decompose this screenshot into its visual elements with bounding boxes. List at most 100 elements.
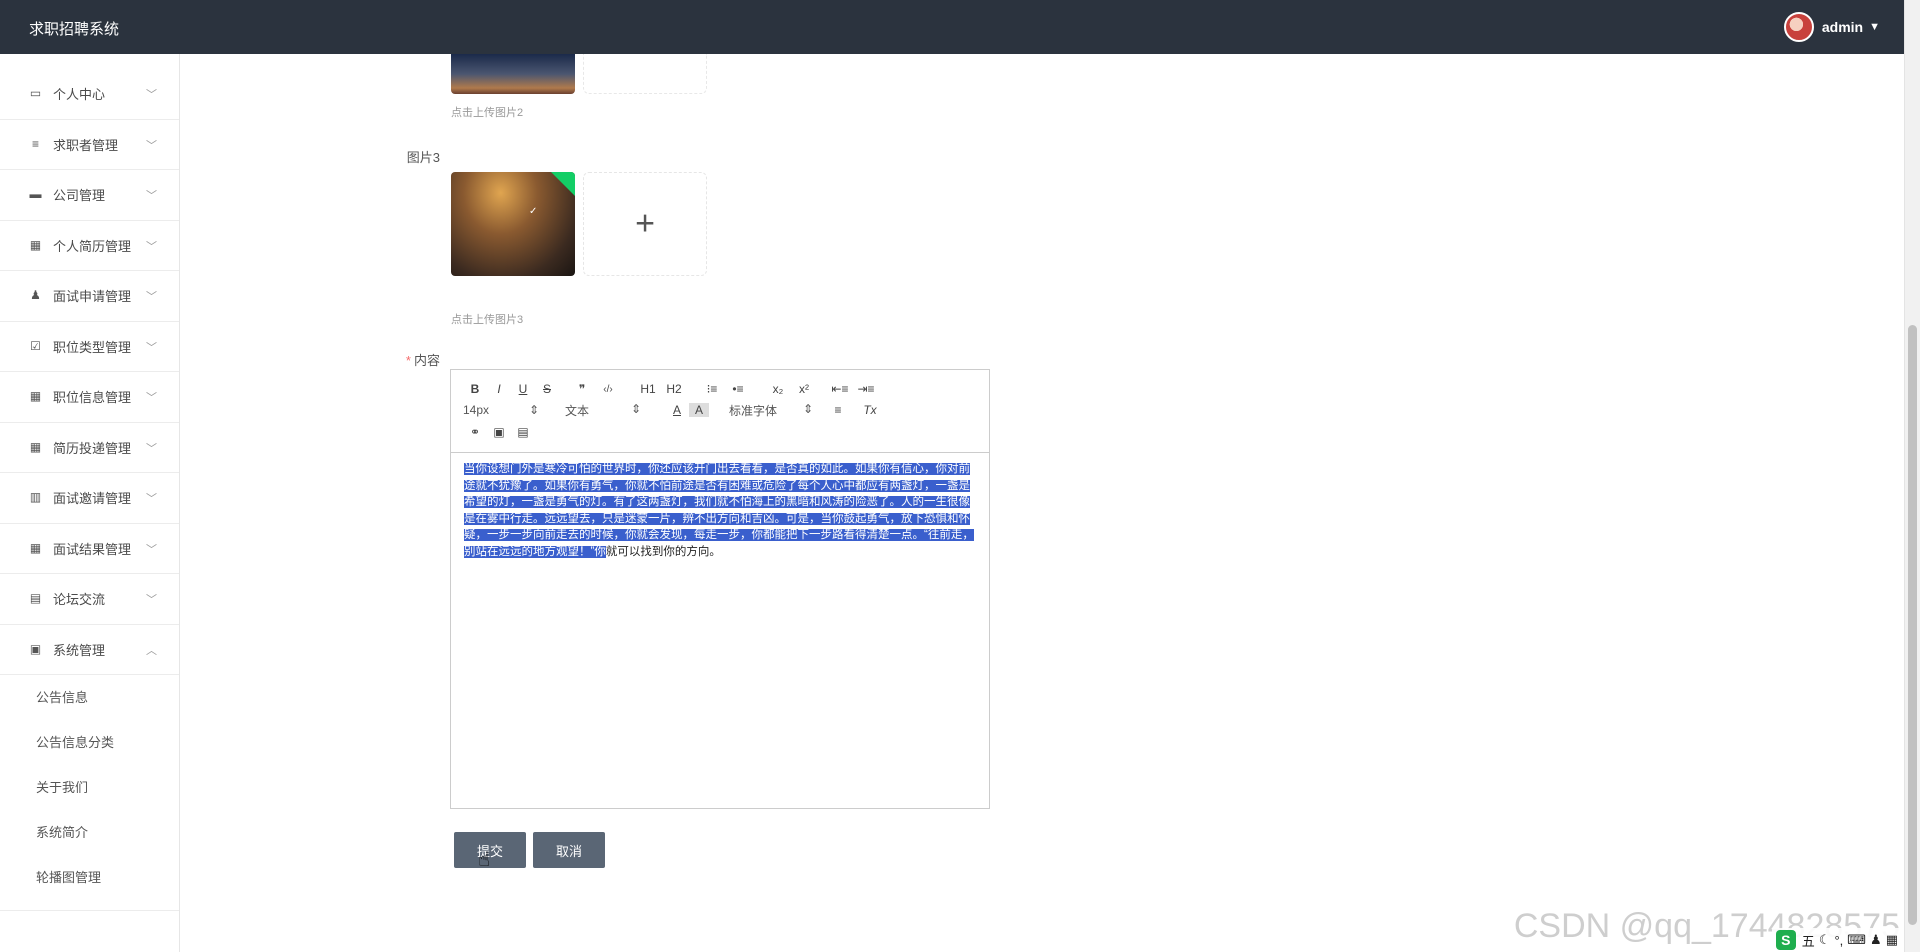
sidebar-item[interactable]: ▬ 公司管理 ﹀: [0, 170, 179, 221]
list-icon: ≡: [31, 136, 39, 151]
submenu-item[interactable]: 系统简介: [0, 810, 179, 855]
submenu-item[interactable]: 轮播图管理: [0, 855, 179, 900]
sidebar-item[interactable]: ▤ 论坛交流 ﹀: [0, 574, 179, 625]
ordered-list-button[interactable]: ⁝≡: [699, 382, 725, 396]
bold-button[interactable]: B: [463, 382, 487, 396]
sidebar-item[interactable]: ▦ 简历投递管理 ﹀: [0, 423, 179, 473]
indent-button[interactable]: ⇥≡: [853, 382, 879, 396]
selected-text[interactable]: 当你设想门外是寒冷可怕的世界时，你还应该开门出去看看，是否真的如此。如果你有信心…: [464, 463, 974, 558]
label-content: * 内容: [310, 350, 440, 369]
sidebar-item-label: 个人简历管理: [53, 238, 132, 254]
sidebar-item[interactable]: ▥ 面试邀请管理 ﹀: [0, 473, 179, 524]
h2-button[interactable]: H2: [661, 382, 687, 396]
check-icon: ✓: [529, 206, 538, 217]
caret-down-icon[interactable]: ▼: [1869, 21, 1880, 33]
user-name[interactable]: admin: [1822, 19, 1863, 35]
background-color-icon[interactable]: A: [689, 403, 709, 417]
code-block-button[interactable]: ‹/›: [595, 384, 621, 395]
upload-box-2[interactable]: [583, 54, 707, 94]
pointer-cursor-icon: ☝: [478, 849, 491, 871]
rich-text-editor[interactable]: B I U S ❞ ‹/› H1 H2 ⁝≡ •≡ x₂ x² ⇤≡ ⇥≡ 14…: [450, 369, 990, 809]
header-select[interactable]: 文本 ⇕: [565, 402, 641, 419]
sidebar-item[interactable]: ▦ 面试结果管理 ﹀: [0, 524, 179, 574]
strike-button[interactable]: S: [535, 382, 559, 396]
bullet-list-button[interactable]: •≡: [725, 382, 751, 396]
bar-chart-icon: ▥: [29, 490, 42, 505]
avatar[interactable]: [1783, 12, 1814, 42]
subscript-button[interactable]: x₂: [765, 382, 791, 396]
sidebar-item-label: 求职者管理: [53, 137, 119, 153]
grid-icon: ▦: [29, 237, 42, 252]
punctuation-icon[interactable]: °,: [1834, 933, 1843, 948]
top-navbar: 求职招聘系统 admin ▼: [0, 0, 1904, 54]
uploaded-image-2[interactable]: [451, 54, 575, 94]
select-arrows-icon: ⇕: [528, 403, 539, 417]
submenu-item[interactable]: 公告信息: [0, 675, 179, 720]
sidebar-item[interactable]: ▦ 职位信息管理 ﹀: [0, 372, 179, 423]
clipboard-icon: ▣: [29, 641, 42, 656]
sidebar-item[interactable]: ▣ 系统管理 ︿: [0, 625, 179, 675]
ime-tray: S 五 ☾ °, ⌨ ♟ ▦: [1771, 928, 1904, 952]
blockquote-button[interactable]: ❞: [569, 382, 595, 396]
font-color-icon[interactable]: A: [665, 403, 689, 417]
cancel-button[interactable]: 取消: [533, 832, 605, 868]
video-icon[interactable]: ▤: [511, 425, 535, 439]
chevron-down-icon: ﹀: [146, 442, 157, 455]
uploaded-image-3[interactable]: ✓: [451, 172, 575, 276]
sidebar-item-label: 系统管理: [53, 642, 106, 658]
moon-icon[interactable]: ☾: [1819, 932, 1831, 948]
required-mark: *: [405, 353, 411, 368]
ime-wubi-icon[interactable]: 五: [1802, 931, 1815, 950]
sidebar-item[interactable]: ☑ 职位类型管理 ﹀: [0, 322, 179, 372]
sogou-logo-icon[interactable]: S: [1775, 930, 1796, 950]
scroll-thumb[interactable]: [1908, 325, 1917, 925]
main-content: 点击上传图片2 图片3 ✓ + 点击上传图片3 * 内容 B I U S ❞ ‹/…: [180, 54, 1904, 952]
sidebar-item[interactable]: ♟ 面试申请管理 ﹀: [0, 271, 179, 322]
keyboard-icon[interactable]: ⌨: [1847, 932, 1866, 948]
sidebar-item-label: 公司管理: [53, 188, 106, 204]
sidebar-item[interactable]: ≡ 求职者管理 ﹀: [0, 120, 179, 170]
header-select-value: 文本: [565, 403, 590, 418]
submenu-item[interactable]: 公告信息分类: [0, 720, 179, 765]
page-scrollbar[interactable]: [1904, 0, 1920, 952]
submenu-item[interactable]: 关于我们: [0, 765, 179, 810]
chevron-down-icon: ﹀: [146, 594, 157, 606]
italic-button[interactable]: I: [487, 382, 511, 396]
toolbar-row-2: 14px ⇕ 文本 ⇕ A A 标准字体 ⇕ ≡ Tx: [463, 401, 883, 419]
h1-button[interactable]: H1: [635, 382, 661, 396]
sidebar-item[interactable]: ▦ 个人简历管理 ﹀: [0, 221, 179, 271]
grid-icon: ▦: [29, 439, 42, 454]
label-content-text: 内容: [413, 353, 440, 368]
sidebar-item-label: 简历投递管理: [53, 440, 132, 456]
unselected-text[interactable]: 就可以找到你的方向。: [606, 546, 721, 558]
grid-icon[interactable]: ▦: [1886, 932, 1898, 948]
font-family-select[interactable]: 标准字体 ⇕: [729, 402, 813, 419]
image-icon[interactable]: ▣: [487, 425, 511, 439]
font-size-value: 14px: [463, 403, 490, 417]
clear-format-icon[interactable]: Tx: [857, 403, 883, 417]
underline-button[interactable]: U: [511, 382, 535, 396]
sidebar-item[interactable]: ▭ 个人中心 ﹀: [0, 69, 179, 120]
editor-content[interactable]: 当你设想门外是寒冷可怕的世界时，你还应该开门出去看看，是否真的如此。如果你有信心…: [451, 453, 989, 568]
chevron-down-icon: ﹀: [146, 493, 157, 505]
user-icon[interactable]: ♟: [1870, 932, 1882, 948]
outdent-button[interactable]: ⇤≡: [827, 382, 853, 396]
person-icon: ♟: [30, 288, 41, 303]
grid-icon: ▦: [29, 389, 42, 404]
superscript-button[interactable]: x²: [791, 382, 817, 396]
user-card-icon: ▭: [29, 86, 42, 101]
font-size-select[interactable]: 14px ⇕: [463, 403, 539, 417]
chevron-down-icon: ﹀: [146, 240, 157, 253]
toolbar-row-1: B I U S ❞ ‹/› H1 H2 ⁝≡ •≡ x₂ x² ⇤≡ ⇥≡: [463, 380, 879, 398]
sidebar-item-label: 个人中心: [53, 87, 106, 103]
chevron-down-icon: ﹀: [146, 543, 157, 556]
user-menu[interactable]: admin ▼: [1783, 12, 1880, 42]
align-icon[interactable]: ≡: [825, 403, 851, 417]
upload-hint-2: 点击上传图片2: [451, 107, 524, 119]
link-icon[interactable]: ⚭: [463, 425, 487, 439]
sidebar-item-label: 论坛交流: [53, 592, 106, 608]
editor-toolbar: B I U S ❞ ‹/› H1 H2 ⁝≡ •≡ x₂ x² ⇤≡ ⇥≡ 14…: [451, 370, 989, 453]
upload-box-3[interactable]: +: [583, 172, 707, 276]
toolbar-row-3: ⚭ ▣ ▤: [463, 423, 535, 441]
font-family-value: 标准字体: [729, 403, 778, 418]
